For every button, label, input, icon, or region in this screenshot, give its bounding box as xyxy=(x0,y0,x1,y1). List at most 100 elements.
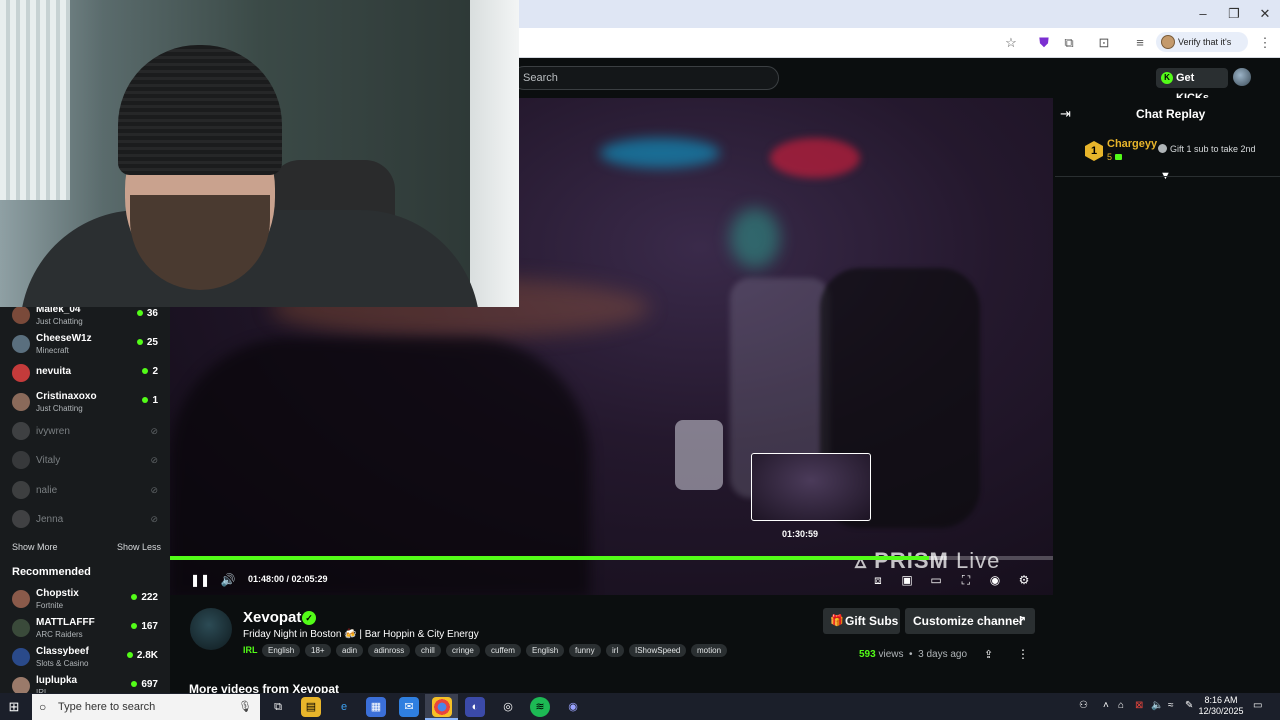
time-display: 01:48:00 / 02:05:29 xyxy=(248,574,328,584)
tray-network-icon[interactable]: ⌂ xyxy=(1118,700,1124,711)
task-view-icon[interactable]: ⧉ xyxy=(268,697,288,717)
tag-chip[interactable]: 18+ xyxy=(305,644,331,657)
sidebar-channel-nevuita[interactable]: nevuita 2 xyxy=(0,360,170,388)
tag-chip[interactable]: English xyxy=(262,644,301,657)
user-avatar[interactable] xyxy=(1233,68,1251,86)
show-less-button[interactable]: Show Less xyxy=(117,542,161,552)
browser-menu-icon[interactable]: ⋮ xyxy=(1256,34,1274,52)
progress-fill xyxy=(170,556,930,560)
tray-pen-icon[interactable]: ✎ xyxy=(1185,700,1193,711)
avatar xyxy=(12,306,30,324)
mail-icon[interactable]: ✉ xyxy=(399,697,419,717)
search-input[interactable]: Search xyxy=(512,66,779,90)
kick-coin-icon: K xyxy=(1161,72,1173,84)
camera-app-icon[interactable]: ◎ xyxy=(498,697,518,717)
prism-text: PRISM xyxy=(874,548,949,573)
shield-extension-icon[interactable]: ⛊ xyxy=(1035,34,1053,52)
avatar xyxy=(12,393,30,411)
taskbar-clock[interactable]: 8:16 AM 12/30/2025 xyxy=(1198,695,1244,717)
sidebar-channel-classybeef[interactable]: Classybeef Slots & Casino 2.8K xyxy=(0,644,170,672)
clip-icon[interactable]: ⧈ xyxy=(870,572,886,588)
live-dot-icon xyxy=(142,368,149,375)
fullscreen-icon[interactable]: ⛶ xyxy=(958,572,974,588)
tag-chip[interactable]: motion xyxy=(691,644,728,657)
close-window-button[interactable]: ✕ xyxy=(1250,4,1280,24)
sidebar-channel-nalie[interactable]: nalie ⊘ xyxy=(0,477,170,505)
restore-button[interactable]: ❐ xyxy=(1219,4,1249,24)
verify-account-button[interactable]: Verify that it's you xyxy=(1156,32,1248,67)
viewer-count: 2.8K xyxy=(126,650,158,661)
viewer-count: 2 xyxy=(142,366,158,377)
bookmark-star-icon[interactable]: ☆ xyxy=(1002,34,1020,52)
gift-subs-label: Gift Subs xyxy=(845,614,899,628)
top-gifter-name[interactable]: Chargeyy xyxy=(1107,138,1157,150)
share-icon[interactable]: ⇪ xyxy=(984,648,993,661)
obs-icon[interactable]: ◐ xyxy=(465,697,485,717)
offline-icon: ⊘ xyxy=(150,426,158,436)
tag-chip[interactable]: chill xyxy=(415,644,441,657)
show-more-button[interactable]: Show More xyxy=(12,542,58,552)
windows-start-icon[interactable]: ⊞ xyxy=(6,699,22,715)
tray-volume-icon[interactable]: 🔈 xyxy=(1151,700,1163,711)
sidebar-channel-ivywren[interactable]: ivywren ⊘ xyxy=(0,418,170,446)
channel-name[interactable]: Xevopat xyxy=(243,609,301,626)
volume-icon[interactable]: 🔊 xyxy=(220,572,236,588)
external-link-icon: ↗ xyxy=(1017,615,1026,626)
spotify-icon[interactable]: ≋ xyxy=(530,697,550,717)
gift-subs-button[interactable]: 🎁 Gift Subs xyxy=(823,608,900,634)
tag-chip[interactable]: funny xyxy=(569,644,601,657)
tray-person-icon[interactable]: ⚇ xyxy=(1079,700,1088,711)
pause-icon[interactable]: ❚❚ xyxy=(190,572,210,588)
file-explorer-icon[interactable]: ▤ xyxy=(301,697,321,717)
profile-avatar-icon xyxy=(1161,35,1175,49)
get-kicks-button[interactable]: K Get KICKs xyxy=(1156,68,1228,104)
tag-chip[interactable]: adin xyxy=(336,644,364,657)
stream-category[interactable]: IRL xyxy=(243,645,258,655)
sidebar-channel-chopstix[interactable]: Chopstix Fortnite 222 xyxy=(0,586,170,614)
collapse-chat-icon[interactable]: ⇥ xyxy=(1060,106,1071,122)
playback-speed-icon[interactable]: ◉ xyxy=(987,572,1003,588)
tag-chip[interactable]: cuffem xyxy=(485,644,521,657)
tray-security-icon[interactable]: ⊠ xyxy=(1135,700,1143,711)
microphone-icon: 🎙 xyxy=(238,701,252,713)
seek-bar[interactable] xyxy=(170,556,1053,560)
tray-wifi-icon[interactable]: ≈ xyxy=(1168,700,1174,711)
theater-mode-icon[interactable]: ▭ xyxy=(928,572,944,588)
miniplayer-icon[interactable]: ▣ xyxy=(899,572,915,588)
channel-name: nalie xyxy=(36,485,58,496)
sidebar-channel-vitaly[interactable]: Vitaly ⊘ xyxy=(0,447,170,475)
sidebar-channel-jenna[interactable]: Jenna ⊘ xyxy=(0,506,170,534)
microsoft-store-icon[interactable]: ▦ xyxy=(366,697,386,717)
tag-chip[interactable]: cringe xyxy=(446,644,480,657)
notification-icon[interactable]: ▭ xyxy=(1253,700,1262,711)
sidebar-channel-cheesew1z[interactable]: CheeseW1z Minecraft 25 xyxy=(0,331,170,359)
live-dot-icon xyxy=(131,623,138,630)
sidebar-channel-cristinaxoxo[interactable]: Cristinaxoxo Just Chatting 1 xyxy=(0,389,170,417)
extensions-icon[interactable]: ⧉ xyxy=(1060,34,1078,52)
tab-search-icon[interactable]: ⊡ xyxy=(1095,34,1113,52)
chrome-browser-icon[interactable] xyxy=(432,697,452,717)
tag-chip[interactable]: irl xyxy=(606,644,625,657)
more-options-icon[interactable]: ⋮ xyxy=(1017,647,1029,661)
tray-chevron-icon[interactable]: ˄ xyxy=(1103,700,1109,711)
tag-chip[interactable]: English xyxy=(526,644,565,657)
tag-chip[interactable]: adinross xyxy=(368,644,411,657)
customize-channel-button[interactable]: Customize channel ↗ xyxy=(905,608,1035,634)
channel-avatar[interactable] xyxy=(190,608,232,650)
minimize-button[interactable]: – xyxy=(1188,4,1218,24)
verified-check-icon: ✓ xyxy=(302,611,316,625)
webcam-overlay xyxy=(0,0,519,307)
search-icon: ○ xyxy=(39,700,47,714)
taskbar-search-input[interactable]: ○ Type here to search 🎙 xyxy=(32,694,260,720)
edge-browser-icon[interactable]: e xyxy=(334,697,354,717)
live-dot-icon xyxy=(136,310,143,317)
settings-gear-icon[interactable]: ⚙ xyxy=(1016,572,1032,588)
voice-app-icon[interactable]: ◉ xyxy=(563,697,583,717)
reading-list-icon[interactable]: ≡ xyxy=(1131,34,1149,52)
channel-name: luplupka xyxy=(36,675,78,686)
sidebar-channel-mattlafff[interactable]: MATTLAFFF ARC Raiders 167 xyxy=(0,615,170,643)
tag-chip[interactable]: IShowSpeed xyxy=(629,644,687,657)
gift-sub-prompt[interactable]: Gift 1 sub to take 2nd xyxy=(1158,144,1256,154)
recommended-heading: Recommended xyxy=(12,566,91,578)
channel-name: MATTLAFFF xyxy=(36,617,95,628)
